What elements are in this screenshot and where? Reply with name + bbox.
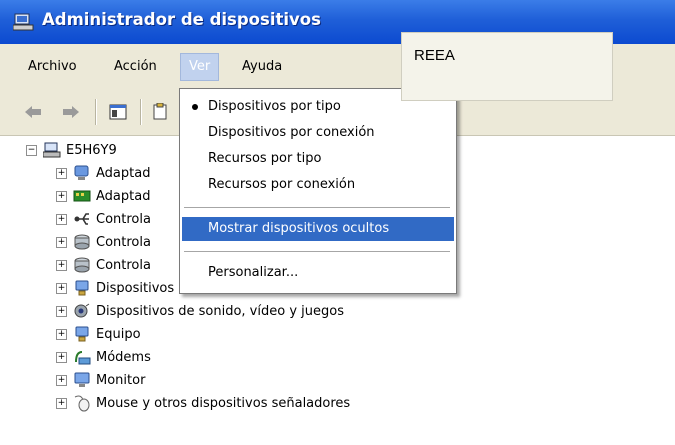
expand-icon[interactable]: +	[56, 351, 67, 363]
menu-archivo[interactable]: Archivo	[20, 54, 85, 80]
toolbar-separator	[140, 99, 142, 125]
expand-icon[interactable]: +	[56, 374, 67, 386]
menu-item-dispositivos-por-conexion[interactable]: Dispositivos por conexión	[182, 121, 454, 145]
expand-icon[interactable]: +	[56, 213, 67, 225]
tree-item[interactable]: + Equipo	[56, 323, 141, 345]
collapse-icon[interactable]: −	[26, 144, 37, 156]
menu-item-label: Recursos por tipo	[208, 151, 322, 166]
computer-icon	[73, 325, 91, 343]
system-devices-icon	[73, 279, 91, 297]
toolbar-separator	[95, 99, 97, 125]
tree-item-label: Equipo	[96, 326, 141, 342]
properties-icon[interactable]	[150, 101, 172, 123]
display-adapter-icon	[73, 164, 91, 182]
tree-item-label: Controla	[96, 234, 151, 250]
computer-icon	[42, 141, 61, 159]
menu-item-personalizar[interactable]: Personalizar...	[182, 261, 454, 285]
computer-icon	[12, 13, 35, 31]
modem-icon	[73, 348, 91, 366]
view-menu-dropdown: Dispositivos por tipo Dispositivos por c…	[179, 88, 457, 294]
tree-item[interactable]: + Mouse y otros dispositivos señaladores	[56, 392, 350, 414]
network-adapter-icon	[73, 187, 91, 205]
expand-icon[interactable]: +	[56, 190, 67, 202]
forward-icon[interactable]	[60, 101, 82, 123]
monitor-icon	[73, 371, 91, 389]
tree-item-label: Dispositivos de sonido, vídeo y juegos	[96, 303, 344, 319]
console-tree-icon[interactable]	[107, 101, 129, 123]
window-title: Administrador de dispositivos	[42, 10, 321, 29]
tree-root[interactable]: − E5H6Y9	[26, 139, 117, 161]
tree-item-label: Adaptad	[96, 188, 151, 204]
tooltip-box: REEA	[401, 32, 613, 101]
tree-item[interactable]: + Dispositivos de sonido, vídeo y juegos	[56, 300, 344, 322]
tree-item-label: Mouse y otros dispositivos señaladores	[96, 395, 351, 411]
menu-item-label: Personalizar...	[208, 265, 299, 280]
tree-item-label: Controla	[96, 211, 151, 227]
expand-icon[interactable]: +	[56, 236, 67, 248]
tree-item[interactable]: + Controla	[56, 254, 151, 276]
tree-item-label: Módems	[96, 349, 151, 365]
menu-item-mostrar-dispositivos-ocultos[interactable]: Mostrar dispositivos ocultos	[182, 217, 454, 241]
tree-item[interactable]: + Controla	[56, 231, 151, 253]
back-icon[interactable]	[22, 101, 44, 123]
expand-icon[interactable]: +	[56, 305, 67, 317]
menu-item-label: Dispositivos por conexión	[208, 125, 375, 140]
mouse-icon	[73, 394, 91, 412]
menu-item-label: Recursos por conexión	[208, 177, 356, 192]
tree-item[interactable]: + Adaptad	[56, 162, 150, 184]
menu-separator	[184, 207, 450, 208]
menu-item-label: Dispositivos por tipo	[208, 99, 341, 114]
menu-ver[interactable]: Ver	[180, 53, 220, 81]
tooltip-text: REEA	[414, 47, 455, 64]
tree-item-label: Controla	[96, 257, 151, 273]
disk-controller-icon	[73, 256, 91, 274]
menu-item-recursos-por-tipo[interactable]: Recursos por tipo	[182, 147, 454, 171]
tree-root-label: E5H6Y9	[66, 142, 117, 158]
expand-icon[interactable]: +	[56, 397, 67, 409]
sound-devices-icon	[73, 302, 91, 320]
expand-icon[interactable]: +	[56, 282, 67, 294]
tree-item[interactable]: + Adaptad	[56, 185, 150, 207]
menu-ayuda[interactable]: Ayuda	[234, 54, 290, 80]
expand-icon[interactable]: +	[56, 328, 67, 340]
expand-icon[interactable]: +	[56, 259, 67, 271]
tree-item[interactable]: + Monitor	[56, 369, 145, 391]
tree-item[interactable]: + Controla	[56, 208, 151, 230]
usb-controller-icon	[73, 210, 91, 228]
expand-icon[interactable]: +	[56, 167, 67, 179]
radio-bullet-icon	[192, 104, 198, 110]
menu-item-label: Mostrar dispositivos ocultos	[208, 221, 390, 236]
menu-accion[interactable]: Acción	[106, 54, 165, 80]
disk-controller-icon	[73, 233, 91, 251]
tree-item-label: Adaptad	[96, 165, 151, 181]
menu-item-recursos-por-conexion[interactable]: Recursos por conexión	[182, 173, 454, 197]
tree-item[interactable]: + Módems	[56, 346, 151, 368]
tree-item-label: Monitor	[96, 372, 146, 388]
menu-separator	[184, 251, 450, 252]
